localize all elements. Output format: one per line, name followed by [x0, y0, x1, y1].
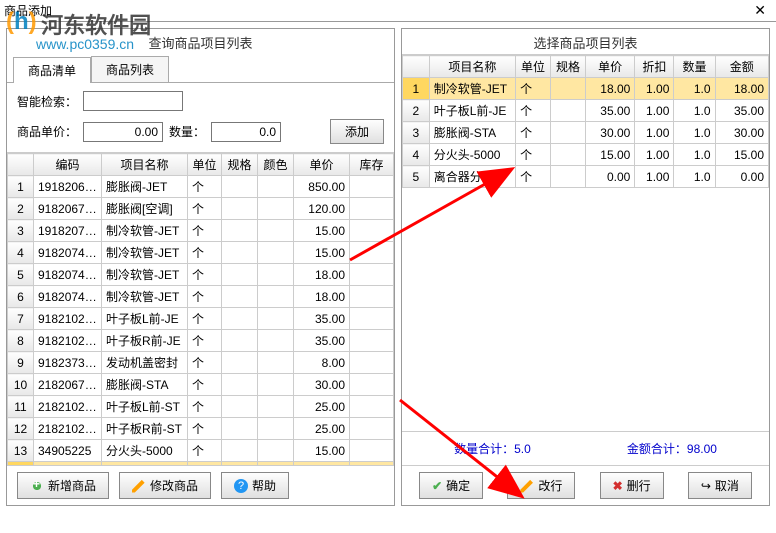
query-panel: 查询商品项目列表 商品清单 商品列表 智能检索： 商品单价： 数量： 添加 编码… — [6, 28, 395, 506]
col-unit[interactable]: 单位 — [188, 154, 222, 176]
table-row[interactable]: 5918207421制冷软管-JET个18.00 — [8, 264, 394, 286]
col-color[interactable]: 颜色 — [258, 154, 294, 176]
right-grid: 项目名称 单位 规格 单价 折扣 数量 金额 1制冷软管-JET个18.001.… — [402, 55, 769, 188]
new-product-button[interactable]: 新增商品 — [17, 472, 109, 499]
table-row[interactable]: 8918210221叶子板R前-JE个35.00 — [8, 330, 394, 352]
rcol-name[interactable]: 项目名称 — [429, 56, 515, 78]
help-icon — [234, 479, 248, 493]
ok-button[interactable]: ✔确定 — [419, 472, 483, 499]
add-button[interactable]: 添加 — [330, 119, 384, 144]
edit-icon — [132, 479, 146, 493]
table-row[interactable]: 10218206791膨胀阀-STA个30.00 — [8, 374, 394, 396]
selected-panel: 选择商品项目列表 项目名称 单位 规格 单价 折扣 数量 金额 1制冷软管-JE… — [401, 28, 770, 506]
close-icon[interactable]: ✕ — [748, 2, 772, 19]
col-name[interactable]: 项目名称 — [102, 154, 188, 176]
exit-icon: ↪ — [701, 479, 711, 493]
table-row[interactable]: 3膨胀阀-STA个30.001.001.030.00 — [403, 122, 769, 144]
right-grid-wrap[interactable]: 项目名称 单位 规格 单价 折扣 数量 金额 1制冷软管-JET个18.001.… — [402, 54, 769, 431]
cancel-button[interactable]: ↪取消 — [688, 472, 752, 499]
col-stock[interactable]: 库存 — [350, 154, 394, 176]
rcol-amt[interactable]: 金额 — [715, 56, 769, 78]
table-row[interactable]: 12218210221叶子板R前-ST个25.00 — [8, 418, 394, 440]
table-row[interactable]: 6918207431制冷软管-JET个18.00 — [8, 286, 394, 308]
add-icon — [30, 479, 44, 493]
table-row[interactable]: 1334905225分火头-5000个15.00 — [8, 440, 394, 462]
left-footer: 新增商品 修改商品 帮助 — [7, 465, 394, 505]
table-row[interactable]: 4分火头-5000个15.001.001.015.00 — [403, 144, 769, 166]
edit-icon — [520, 479, 534, 493]
search-label: 智能检索： — [17, 93, 77, 110]
search-input[interactable] — [83, 91, 183, 111]
table-row[interactable]: 3191820721制冷软管-JET个15.00 — [8, 220, 394, 242]
window-title: 商品添加 — [4, 2, 52, 19]
totals-row: 数量合计：5.0 金额合计：98.00 — [402, 431, 769, 465]
table-row[interactable]: 1191820679膨胀阀-JET个850.00 — [8, 176, 394, 198]
left-grid-wrap[interactable]: 编码 项目名称 单位 规格 颜色 单价 库存 1191820679膨胀阀-JET… — [7, 152, 394, 465]
help-button[interactable]: 帮助 — [221, 472, 289, 499]
tab-product-items[interactable]: 商品列表 — [91, 56, 169, 82]
table-row[interactable]: 4918207420制冷软管-JET个15.00 — [8, 242, 394, 264]
table-row[interactable]: 7918210211叶子板L前-JE个35.00 — [8, 308, 394, 330]
table-row[interactable]: 2918206791膨胀阀[空调]个120.00 — [8, 198, 394, 220]
table-row[interactable]: 9918237371发动机盖密封个8.00 — [8, 352, 394, 374]
title-bar: 商品添加 ✕ — [0, 0, 776, 22]
edit-product-button[interactable]: 修改商品 — [119, 472, 211, 499]
qty-label: 数量： — [169, 123, 205, 140]
col-price[interactable]: 单价 — [294, 154, 350, 176]
check-icon: ✔ — [432, 479, 442, 493]
table-row[interactable]: 11218210211叶子板L前-ST个25.00 — [8, 396, 394, 418]
rcol-unit[interactable]: 单位 — [516, 56, 551, 78]
rcol-qty[interactable]: 数量 — [674, 56, 715, 78]
table-row[interactable]: 5离合器分泵修个0.001.001.00.00 — [403, 166, 769, 188]
delete-row-button[interactable]: ✖删行 — [600, 472, 664, 499]
rcol-price[interactable]: 单价 — [585, 56, 634, 78]
tab-product-list[interactable]: 商品清单 — [13, 57, 91, 83]
query-panel-title: 查询商品项目列表 — [7, 29, 394, 54]
table-row[interactable]: 1制冷软管-JET个18.001.001.018.00 — [403, 78, 769, 100]
col-code[interactable]: 编码 — [34, 154, 102, 176]
table-row[interactable]: 2叶子板L前-JE个35.001.001.035.00 — [403, 100, 769, 122]
edit-row-button[interactable]: 改行 — [507, 472, 575, 499]
qty-input[interactable] — [211, 122, 281, 142]
tabs: 商品清单 商品列表 — [7, 54, 394, 83]
price-label: 商品单价： — [17, 123, 77, 140]
right-footer: ✔确定 改行 ✖删行 ↪取消 — [402, 465, 769, 505]
selected-panel-title: 选择商品项目列表 — [402, 29, 769, 54]
price-input[interactable] — [83, 122, 163, 142]
rcol-disc[interactable]: 折扣 — [635, 56, 674, 78]
rcol-spec[interactable]: 规格 — [551, 56, 586, 78]
delete-icon: ✖ — [613, 479, 623, 493]
col-spec[interactable]: 规格 — [222, 154, 258, 176]
left-grid: 编码 项目名称 单位 规格 颜色 单价 库存 1191820679膨胀阀-JET… — [7, 153, 394, 465]
